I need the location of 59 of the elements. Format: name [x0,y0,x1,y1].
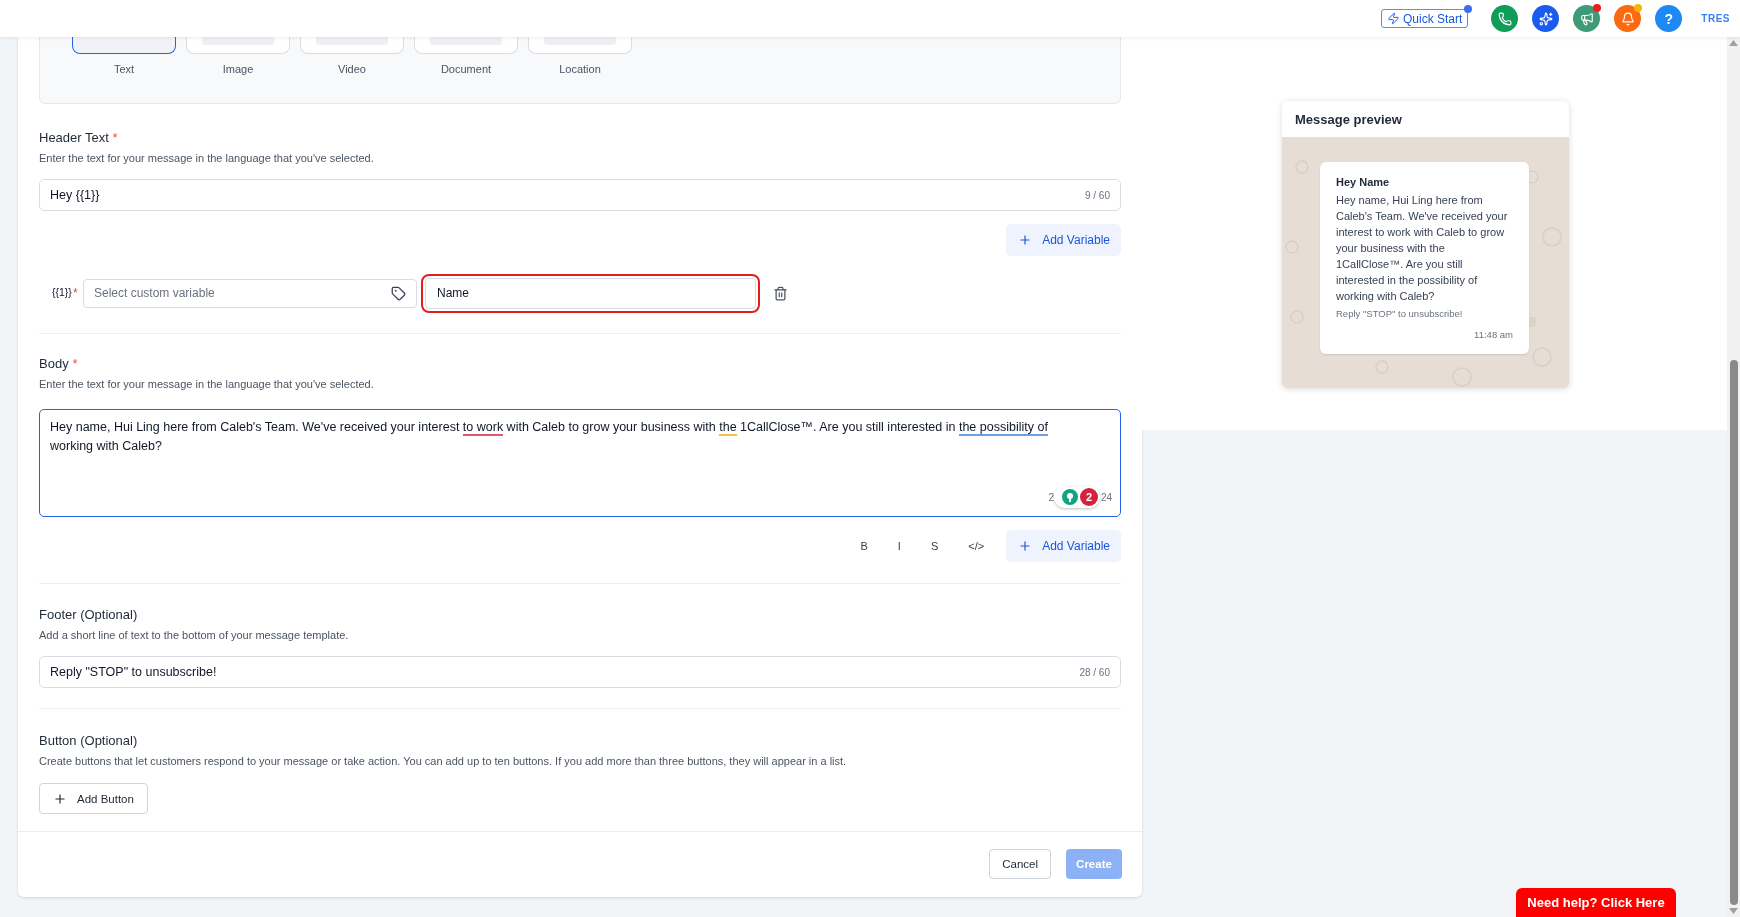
plus-icon [1018,539,1033,553]
section-description: Add a short line of text to the bottom of your message template. [39,629,350,641]
character-counter: 24 [1100,491,1112,505]
required-mark: * [112,131,118,145]
format-button[interactable]: S [922,536,947,556]
section-description: Create buttons that let customers respond to your message or take action. You can add up to ten buttons. If you add more than three buttons, they will appear in a list. [39,755,848,767]
format-button[interactable]: I [889,536,909,556]
tag-icon [391,285,406,301]
section-label: Body [39,356,69,371]
message-header: Hey Name [1336,176,1391,188]
scrollbar[interactable] [1727,37,1740,917]
help-button[interactable]: Need help? Click Here [1516,888,1676,917]
add-variable-button[interactable]: Add Variable [1006,530,1121,562]
bell-icon [1620,11,1635,26]
character-counter: 2 [1048,491,1054,505]
sparkles-icon [1538,11,1553,26]
media-type-tile[interactable] [72,37,176,54]
scroll-up-arrow-icon[interactable] [1729,40,1738,46]
phone-icon [1497,11,1512,26]
media-type-label: Image [222,63,254,75]
media-type-label: Location [559,63,601,75]
body-text-area[interactable]: Hey name, Hui Ling here from Caleb's Team. We've received your interest to work with Caleb to grow your business with the 1CallClose™. Are you still interested in the possibility of working with Caleb? 2 2 24 [39,409,1121,517]
scroll-down-arrow-icon[interactable] [1729,908,1738,914]
section-description: Enter the text for your message in the language that you've selected. [39,378,375,390]
section-label: Header Text [39,130,109,145]
sparkles-button[interactable] [1532,5,1560,32]
section-description: Enter the text for your message in the language that you've selected. [39,152,375,164]
preview-title: Message preview [1294,110,1403,129]
variable-token: {{1}} [52,286,72,300]
megaphone-button[interactable] [1573,5,1601,32]
format-button[interactable]: B [852,536,876,556]
section-label: Button (Optional) [39,733,138,748]
plus-icon [1018,233,1033,247]
bell-button[interactable] [1614,5,1642,32]
grammar-checker-badge[interactable]: 2 [1054,486,1100,508]
phone-button[interactable] [1491,5,1519,32]
message-time: 11:48 am [1474,329,1513,340]
help-button[interactable]: ? [1655,5,1683,32]
message-body: Hey name, Hui Ling here from Caleb's Team. We've received your interest to work with Caleb to grow your business with the 1CallClose™. Are you still interested in the possibility of working with Caleb? [1336,193,1509,304]
plus-icon [53,791,67,806]
message-footer: Reply "STOP" to unsubscribe! [1336,308,1513,319]
lightning-icon [1386,12,1400,25]
footer-text-field[interactable]: Reply "STOP" to unsubscribe! 28 / 60 [39,656,1121,688]
user-name[interactable]: TRES [1701,13,1730,24]
cancel-button[interactable]: Cancel [989,849,1051,879]
megaphone-icon [1579,11,1594,26]
delete-icon[interactable] [773,285,788,301]
add-button[interactable]: Add Button [39,783,148,814]
add-variable-button[interactable]: Add Variable [1006,224,1121,256]
lightbulb-icon [1062,489,1078,505]
header-text-field[interactable]: Hey {{1}} 9 / 60 [39,179,1121,211]
media-type-label: Video [338,63,366,75]
media-type-label: Document [440,63,492,75]
media-type-label: Text [113,63,135,75]
required-mark: * [72,357,78,371]
required-mark: * [72,286,78,300]
custom-variable-select[interactable]: Select custom variable [83,278,417,308]
section-label: Footer (Optional) [39,607,138,622]
format-button[interactable]: </> [960,536,993,556]
